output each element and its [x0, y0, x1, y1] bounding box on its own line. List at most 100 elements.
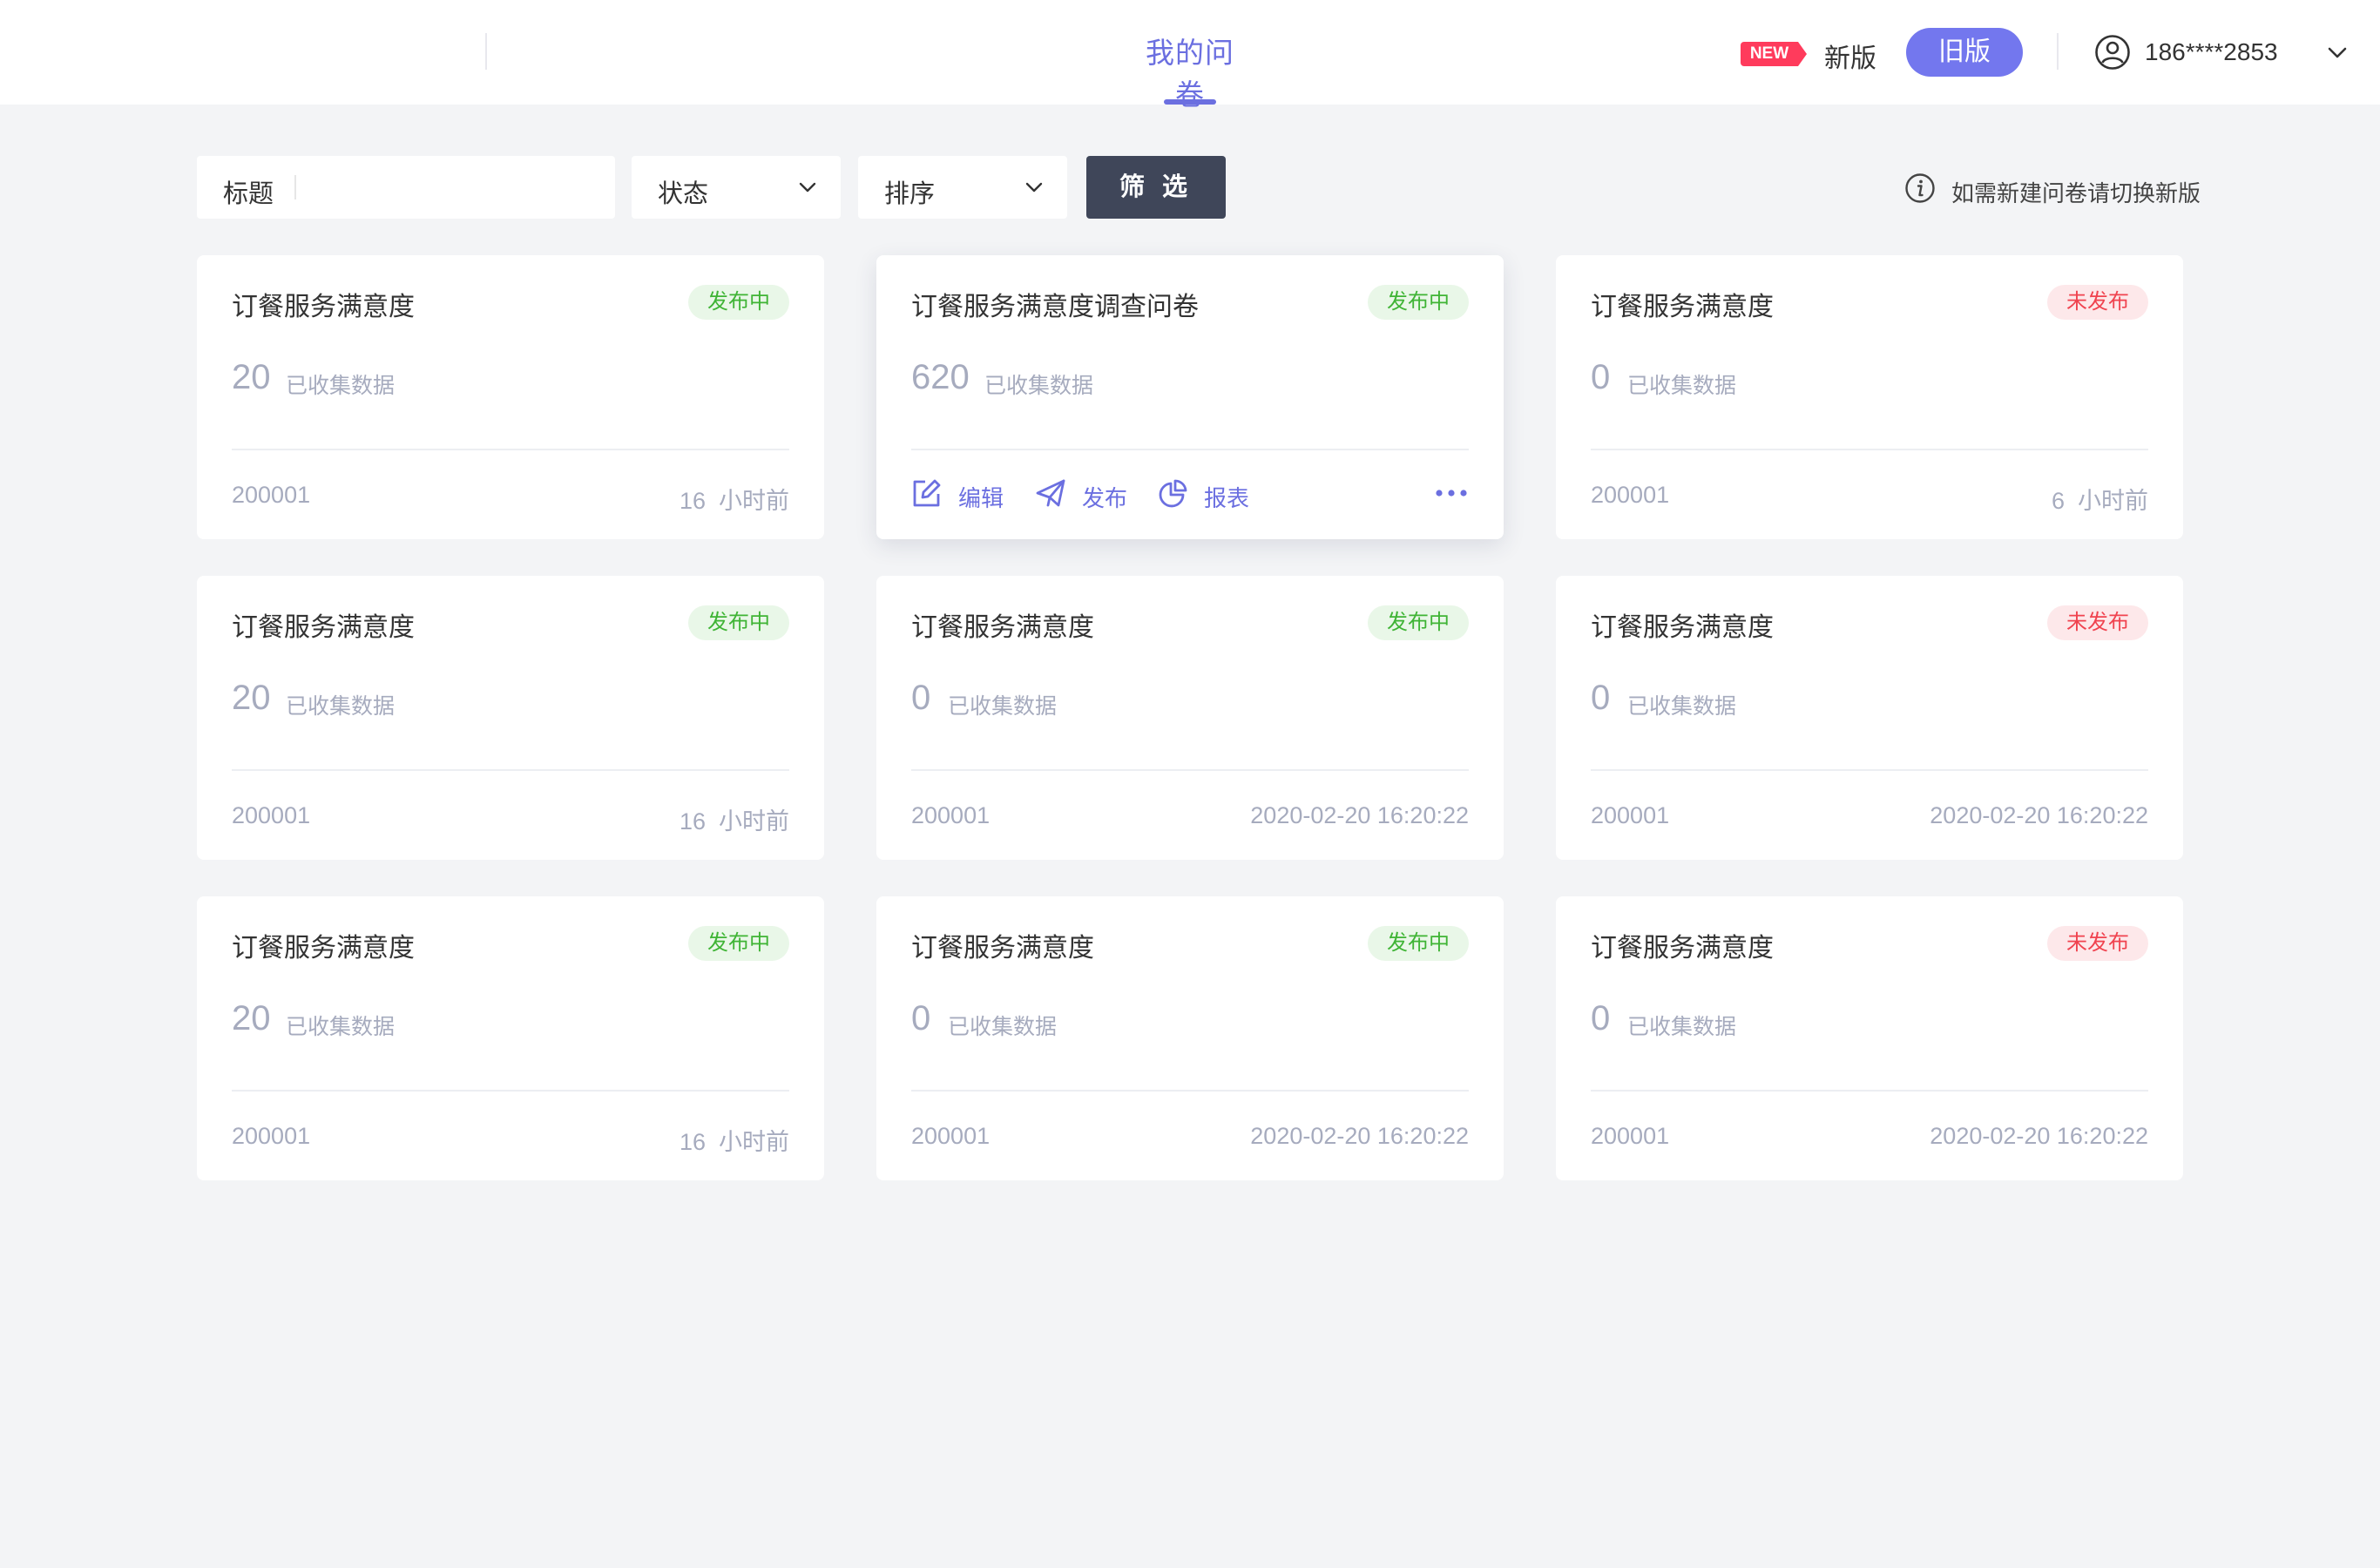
survey-time: 2020-02-20 16:20:22: [1930, 802, 2148, 828]
card-divider: [911, 449, 1469, 450]
survey-card[interactable]: 订餐服务满意度 发布中 20 已收集数据 200001 16 小时前: [197, 576, 824, 860]
survey-title: 订餐服务满意度: [232, 293, 415, 321]
new-badge: NEW: [1741, 42, 1807, 66]
card-divider: [232, 449, 789, 450]
status-select[interactable]: 状态: [632, 156, 841, 219]
survey-time: 2020-02-20 16:20:22: [1930, 1123, 2148, 1149]
status-badge: 未发布: [2047, 605, 2148, 640]
header-divider-right: [2057, 33, 2059, 70]
survey-id: 200001: [911, 802, 991, 828]
survey-title: 订餐服务满意度: [911, 613, 1094, 642]
old-version-button[interactable]: 旧版: [1906, 28, 2023, 77]
new-version-link[interactable]: 新版: [1824, 37, 1876, 75]
send-icon: [1036, 479, 1065, 507]
survey-card[interactable]: 订餐服务满意度 发布中 20 已收集数据 200001 16 小时前: [197, 255, 824, 539]
collected-label: 已收集数据: [1627, 1015, 1737, 1039]
filter-button[interactable]: 筛 选: [1086, 156, 1226, 219]
pie-chart-icon: [1159, 479, 1187, 508]
status-badge: 发布中: [1368, 285, 1469, 320]
survey-id: 200001: [1591, 482, 1670, 508]
chevron-down-icon[interactable]: [2326, 42, 2349, 64]
survey-card[interactable]: 订餐服务满意度 发布中 20 已收集数据 200001 16 小时前: [197, 896, 824, 1180]
status-badge: 发布中: [688, 605, 789, 640]
title-filter: 标题: [197, 156, 615, 219]
survey-id: 200001: [232, 802, 311, 828]
status-badge: 发布中: [688, 285, 789, 320]
edit-label: 编辑: [958, 485, 1004, 511]
survey-title: 订餐服务满意度: [232, 934, 415, 963]
card-divider: [911, 769, 1469, 771]
survey-card[interactable]: 订餐服务满意度 发布中 0 已收集数据 200001 2020-02-20 16…: [876, 896, 1504, 1180]
survey-time: 6 小时前: [2051, 488, 2148, 514]
user-avatar-icon[interactable]: [2094, 34, 2131, 71]
survey-id: 200001: [1591, 802, 1670, 828]
survey-title: 订餐服务满意度: [911, 934, 1094, 963]
info-tip-text: 如需新建问卷请切换新版: [1951, 180, 2201, 206]
status-badge: 发布中: [1368, 926, 1469, 961]
survey-title: 订餐服务满意度: [1591, 934, 1774, 963]
top-header: 我的问卷 NEW 新版 旧版 186****2853: [0, 0, 2380, 111]
publish-label: 发布: [1082, 485, 1128, 511]
status-badge: 未发布: [2047, 926, 2148, 961]
survey-card[interactable]: 订餐服务满意度 未发布 0 已收集数据 200001 2020-02-20 16…: [1556, 576, 2183, 860]
title-filter-separator: [294, 175, 296, 199]
survey-id: 200001: [1591, 1123, 1670, 1149]
sort-select[interactable]: 排序: [858, 156, 1067, 219]
collected-count: 0: [1591, 358, 1611, 396]
collected-count: 620: [911, 358, 970, 396]
sort-select-label: 排序: [884, 180, 936, 208]
collected-count: 20: [232, 679, 271, 717]
survey-time: 2020-02-20 16:20:22: [1250, 802, 1469, 828]
survey-title: 订餐服务满意度: [232, 613, 415, 642]
survey-card[interactable]: 订餐服务满意度 未发布 0 已收集数据 200001 6 小时前: [1556, 255, 2183, 539]
survey-title: 订餐服务满意度调查问卷: [911, 293, 1199, 321]
collected-label: 已收集数据: [1627, 374, 1737, 398]
card-divider: [1591, 1090, 2148, 1092]
survey-time: 16 小时前: [679, 488, 789, 514]
survey-card[interactable]: 订餐服务满意度 发布中 0 已收集数据 200001 2020-02-20 16…: [876, 576, 1504, 860]
survey-id: 200001: [911, 1123, 991, 1149]
survey-title: 订餐服务满意度: [1591, 293, 1774, 321]
survey-card[interactable]: 订餐服务满意度 未发布 0 已收集数据 200001 2020-02-20 16…: [1556, 896, 2183, 1180]
title-filter-label: 标题: [223, 180, 274, 208]
collected-count: 0: [1591, 679, 1611, 717]
info-icon: [1905, 173, 1935, 203]
collected-count: 0: [911, 999, 931, 1037]
report-label: 报表: [1204, 485, 1250, 511]
chevron-down-icon: [1025, 182, 1043, 193]
survey-card-hovered[interactable]: 订餐服务满意度调查问卷 发布中 620 已收集数据 编辑 发布 报表: [876, 255, 1504, 539]
collected-count: 20: [232, 358, 271, 396]
card-divider: [1591, 769, 2148, 771]
more-icon[interactable]: [1434, 480, 1469, 506]
survey-id: 200001: [232, 1123, 311, 1149]
publish-button[interactable]: 发布: [1035, 473, 1136, 511]
header-divider: [485, 33, 487, 70]
survey-time: 16 小时前: [679, 1129, 789, 1155]
collected-label: 已收集数据: [286, 374, 396, 398]
card-divider: [232, 769, 789, 771]
status-badge: 未发布: [2047, 285, 2148, 320]
chevron-down-icon: [799, 182, 816, 193]
status-badge: 发布中: [688, 926, 789, 961]
title-filter-input[interactable]: [305, 168, 601, 206]
status-select-label: 状态: [658, 180, 709, 208]
user-phone[interactable]: 186****2853: [2145, 38, 2278, 66]
collected-label: 已收集数据: [948, 694, 1058, 719]
collected-label: 已收集数据: [286, 694, 396, 719]
card-actions: 编辑 发布 报表: [911, 473, 1469, 511]
edit-icon: [913, 479, 941, 507]
card-divider: [1591, 449, 2148, 450]
active-tab-indicator: [1164, 99, 1216, 105]
survey-time: 16 小时前: [679, 808, 789, 835]
survey-id: 200001: [232, 482, 311, 508]
edit-button[interactable]: 编辑: [911, 473, 1016, 511]
collected-label: 已收集数据: [286, 1015, 396, 1039]
report-button[interactable]: 报表: [1157, 473, 1258, 511]
card-divider: [911, 1090, 1469, 1092]
collected-label: 已收集数据: [1627, 694, 1737, 719]
collected-label: 已收集数据: [984, 374, 1094, 398]
collected-count: 0: [911, 679, 931, 717]
collected-label: 已收集数据: [948, 1015, 1058, 1039]
collected-count: 0: [1591, 999, 1611, 1037]
survey-title: 订餐服务满意度: [1591, 613, 1774, 642]
